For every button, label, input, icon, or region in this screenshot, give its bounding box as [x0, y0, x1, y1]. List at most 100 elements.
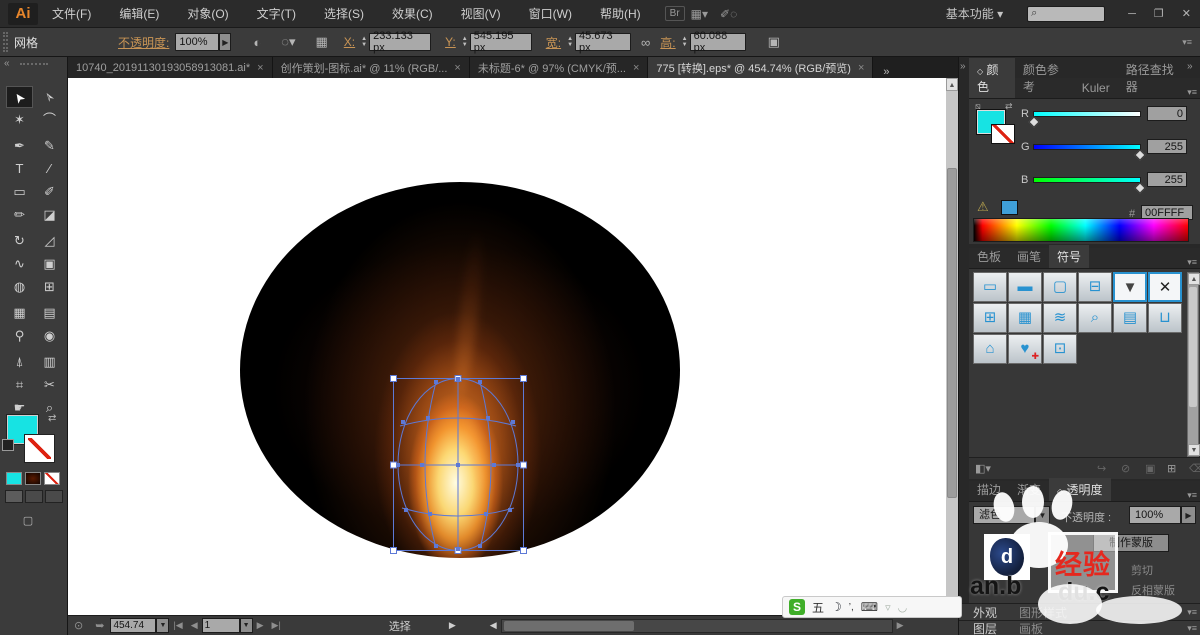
y-label[interactable]: Y:: [445, 35, 456, 49]
symbol-search[interactable]: ⌕: [1078, 303, 1112, 333]
tab-swatches[interactable]: 色板: [969, 245, 1009, 268]
collapse-dock-icon[interactable]: »: [1187, 61, 1193, 72]
first-artboard-icon[interactable]: |◀: [173, 620, 182, 631]
tab-close-icon[interactable]: ×: [257, 62, 263, 74]
menu-select[interactable]: 选择(S): [310, 0, 378, 28]
mesh-tool[interactable]: ▦: [6, 302, 33, 324]
menu-view[interactable]: 视图(V): [447, 0, 515, 28]
document-tab[interactable]: 未标题-6* @ 97% (CMYK/预... ×: [469, 57, 649, 78]
panel-menu-icon[interactable]: ▾≡: [1187, 623, 1200, 634]
scroll-down-icon[interactable]: ▼: [1188, 444, 1200, 456]
type-tool[interactable]: T: [6, 158, 33, 180]
search-box[interactable]: ⌕: [1027, 5, 1106, 22]
b-slider-handle[interactable]: [1134, 182, 1146, 194]
workspace-switcher[interactable]: 基本功能 ▾: [932, 0, 1017, 28]
align-grid-icon[interactable]: ▦: [315, 34, 327, 50]
zoom-level-field[interactable]: [110, 618, 157, 633]
line-segment-tool[interactable]: ∕: [36, 158, 63, 180]
b-value-field[interactable]: 255: [1147, 172, 1187, 187]
panel-menu-icon[interactable]: ▾≡: [1187, 257, 1200, 268]
r-slider[interactable]: [1033, 111, 1141, 117]
status-expand-icon[interactable]: ▶: [449, 620, 456, 631]
scrollbar-thumb[interactable]: [947, 168, 957, 498]
delete-symbol-icon[interactable]: ⌫: [1189, 462, 1200, 475]
stroke-color-swatch[interactable]: [991, 124, 1015, 144]
g-slider[interactable]: [1033, 144, 1141, 150]
symbol-blank-button[interactable]: ▭: [973, 272, 1007, 302]
blend-tool[interactable]: ◉: [36, 325, 63, 347]
menu-help[interactable]: 帮助(H): [586, 0, 655, 28]
gradient-mode-button[interactable]: [25, 472, 41, 485]
symbol-text-field[interactable]: ⊟: [1078, 272, 1112, 302]
width-label[interactable]: 宽:: [546, 34, 561, 51]
color-mode-button[interactable]: [6, 472, 22, 485]
magic-wand-tool[interactable]: ✶: [6, 109, 33, 131]
draw-inside-button[interactable]: [45, 490, 63, 503]
panel-opacity-dropdown-icon[interactable]: ▶: [1181, 506, 1196, 524]
color-spectrum-bar[interactable]: [973, 218, 1189, 242]
link-dimensions-icon[interactable]: ∞: [641, 35, 650, 50]
close-button[interactable]: ✕: [1173, 0, 1200, 28]
tab-symbols[interactable]: 符号: [1049, 245, 1090, 268]
symbol-frame[interactable]: ▦: [1008, 303, 1042, 333]
graph-tool[interactable]: ▥: [36, 351, 63, 373]
symbol-dropdown-button[interactable]: ▼: [1113, 272, 1147, 302]
selection-overlay[interactable]: [68, 78, 958, 615]
symbol-calendar[interactable]: ⊞: [973, 303, 1007, 333]
menu-file[interactable]: 文件(F): [38, 0, 105, 28]
x-stepper[interactable]: ▲ ▼: [361, 36, 367, 48]
symbol-home[interactable]: ⌂: [973, 334, 1007, 364]
zoom-dropdown-icon[interactable]: ▼: [156, 618, 170, 633]
transform-icon[interactable]: ▣: [768, 34, 780, 50]
symbol-panel[interactable]: ▢: [1043, 272, 1077, 302]
symbols-scrollbar[interactable]: ▲ ▼: [1187, 272, 1200, 457]
style-icon[interactable]: ◌▾: [281, 34, 295, 50]
scrollbar-thumb[interactable]: [1189, 287, 1197, 407]
export-icon[interactable]: ➥: [95, 619, 104, 632]
artboard-dropdown-icon[interactable]: ▼: [239, 618, 253, 633]
height-field[interactable]: 60.088 px: [689, 30, 746, 54]
punctuation-icon[interactable]: ’,: [849, 602, 854, 613]
symbol-sprayer-tool[interactable]: ⍋: [6, 351, 33, 373]
tab-close-icon[interactable]: ×: [633, 62, 639, 74]
document-tab[interactable]: 创作策划-图标.ai* @ 11% (RGB/... ×: [272, 57, 470, 78]
g-slider-handle[interactable]: [1134, 149, 1146, 161]
symbol-shopping-cart[interactable]: ⊔: [1148, 303, 1182, 333]
collapse-dock-icon[interactable]: »: [960, 61, 966, 72]
menu-edit[interactable]: 编辑(E): [105, 0, 173, 28]
width-field[interactable]: 45.673 px: [575, 30, 632, 54]
swap-fill-stroke-icon[interactable]: ⇄: [48, 413, 56, 424]
tab-color-guide[interactable]: 颜色参考: [1015, 58, 1074, 98]
scroll-left-icon[interactable]: ◀: [490, 620, 497, 631]
menu-object[interactable]: 对象(O): [173, 0, 242, 28]
draw-behind-button[interactable]: [25, 490, 43, 503]
slice-tool[interactable]: ✂: [36, 374, 63, 396]
b-slider[interactable]: [1033, 177, 1141, 183]
bridge-button[interactable]: Br: [664, 6, 685, 21]
canvas-vertical-scrollbar[interactable]: ▲ ▼: [946, 78, 958, 615]
ime-extra-icon[interactable]: ◡: [898, 601, 908, 614]
pencil-tool[interactable]: ✏: [6, 204, 33, 226]
ime-toolbar[interactable]: S 五 ☽ ’, ⌨ ▿ ◡: [782, 596, 962, 618]
snap-pen-icon[interactable]: ✐◌: [720, 7, 737, 21]
panel-menu-icon[interactable]: ▾≡: [1187, 490, 1200, 501]
preview-icon[interactable]: ⊙: [74, 619, 83, 632]
minimize-button[interactable]: ─: [1119, 0, 1145, 28]
direct-selection-tool[interactable]: ➢: [36, 86, 63, 108]
height-label[interactable]: 高:: [660, 34, 675, 51]
tab-artboards[interactable]: 画板: [1019, 620, 1043, 635]
menu-effect[interactable]: 效果(C): [378, 0, 447, 28]
scroll-up-icon[interactable]: ▲: [1188, 273, 1200, 285]
moon-icon[interactable]: ☽: [831, 600, 842, 614]
tab-brushes[interactable]: 画笔: [1009, 245, 1049, 268]
recolor-artwork-icon[interactable]: ◐: [253, 35, 261, 50]
prev-artboard-icon[interactable]: ◀: [191, 620, 198, 631]
menu-window[interactable]: 窗口(W): [515, 0, 586, 28]
curvature-tool[interactable]: ✎: [36, 135, 63, 157]
controlbar-menu-icon[interactable]: ▾≡: [1182, 37, 1200, 48]
opacity-field[interactable]: 100%: [175, 33, 220, 51]
canvas-artboard[interactable]: ▲ ▼: [68, 78, 958, 615]
eraser-tool[interactable]: ◪: [36, 204, 63, 226]
out-of-gamut-warning-icon[interactable]: ⚠: [977, 199, 989, 215]
tab-close-icon[interactable]: ×: [858, 62, 864, 74]
